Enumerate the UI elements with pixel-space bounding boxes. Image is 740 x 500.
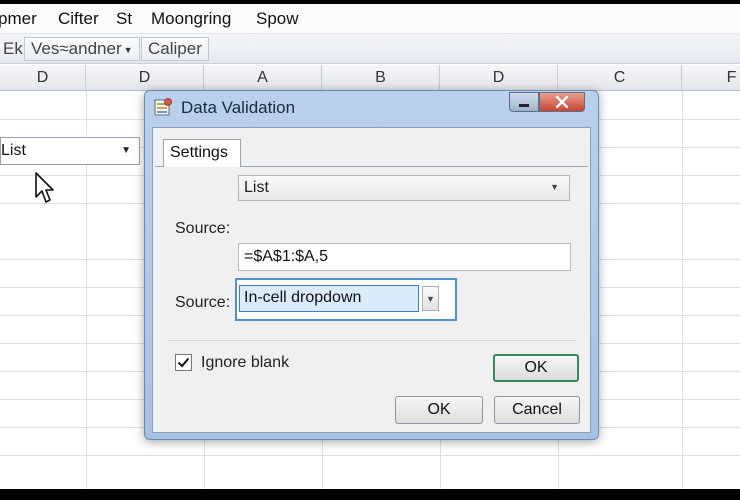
menu-bar: pmer Cifter St Moongring Spow bbox=[0, 4, 740, 34]
close-icon bbox=[555, 95, 569, 109]
tab-settings[interactable]: Settings bbox=[163, 139, 241, 167]
data-validation-dialog: Data Validation Settings List ▼ Source: … bbox=[144, 90, 599, 440]
menu-item-cifter[interactable]: Cifter bbox=[58, 9, 99, 29]
toolbar-dropdown-button[interactable]: Ves≈andner ▼ bbox=[24, 37, 140, 61]
close-button[interactable] bbox=[539, 92, 585, 112]
in-cell-dropdown-value: In-cell dropdown bbox=[244, 289, 362, 306]
toolbar: Ek Ves≈andner ▼ Caliper bbox=[0, 34, 740, 64]
cancel-button[interactable]: Cancel bbox=[494, 396, 580, 424]
cell-dropdown-value: List bbox=[1, 142, 26, 159]
menu-item-moongring[interactable]: Moongring bbox=[151, 9, 231, 29]
chevron-down-icon: ▼ bbox=[123, 44, 133, 55]
column-header[interactable]: F bbox=[682, 65, 740, 91]
dialog-body: Settings List ▼ Source: =$A$1:$A,5 Sourc… bbox=[152, 127, 591, 433]
toolbar-button-ek-label: Ek bbox=[3, 39, 23, 58]
cell-dropdown[interactable]: List ▼ bbox=[0, 137, 140, 165]
toolbar-button-caliper-label: Caliper bbox=[148, 39, 202, 58]
column-header[interactable]: D bbox=[0, 65, 86, 91]
column-header[interactable]: D bbox=[86, 65, 204, 91]
allow-select[interactable]: List ▼ bbox=[238, 175, 570, 201]
source-label: Source: bbox=[175, 220, 231, 237]
source-input[interactable]: =$A$1:$A,5 bbox=[238, 243, 571, 271]
minimize-button[interactable] bbox=[509, 92, 539, 112]
dialog-title-bar[interactable]: Data Validation bbox=[145, 91, 598, 127]
mouse-pointer-icon bbox=[35, 172, 54, 203]
ok-default-button-label: OK bbox=[524, 359, 548, 376]
menu-item-spow[interactable]: Spow bbox=[256, 9, 299, 29]
divider bbox=[167, 340, 577, 341]
column-header[interactable]: D bbox=[440, 65, 558, 91]
menu-item-st[interactable]: St bbox=[116, 9, 132, 29]
column-header-row: D D A B D C F bbox=[0, 65, 740, 91]
dropdown-source-label: Source: bbox=[175, 294, 231, 311]
menu-item-1[interactable]: pmer bbox=[0, 9, 37, 29]
column-header[interactable]: B bbox=[322, 65, 440, 91]
chevron-down-icon[interactable]: ▼ bbox=[422, 286, 439, 311]
data-validation-icon bbox=[154, 98, 172, 116]
in-cell-dropdown-field[interactable]: In-cell dropdown bbox=[239, 285, 419, 312]
ok-default-button[interactable]: OK bbox=[493, 354, 579, 382]
minimize-icon bbox=[519, 104, 529, 107]
grid-line bbox=[682, 91, 683, 489]
cancel-button-label: Cancel bbox=[512, 401, 562, 418]
chevron-down-icon[interactable]: ▼ bbox=[121, 145, 131, 156]
ignore-blank-checkbox[interactable] bbox=[175, 354, 192, 371]
source-input-value: =$A$1:$A,5 bbox=[244, 248, 329, 265]
screen: pmer Cifter St Moongring Spow Ek Ves≈and… bbox=[0, 4, 740, 489]
chevron-down-icon: ▼ bbox=[550, 182, 559, 192]
toolbar-button-caliper[interactable]: Caliper bbox=[141, 37, 209, 61]
ok-button[interactable]: OK bbox=[395, 396, 483, 424]
toolbar-dropdown-label: Ves≈andner bbox=[31, 39, 122, 58]
allow-select-value: List bbox=[244, 179, 269, 196]
ignore-blank-label: Ignore blank bbox=[201, 354, 290, 371]
dialog-title: Data Validation bbox=[181, 98, 296, 117]
grid-line bbox=[0, 455, 740, 456]
ok-button-label: OK bbox=[427, 401, 451, 418]
in-cell-dropdown-combo[interactable]: In-cell dropdown ▼ bbox=[235, 278, 457, 321]
column-header[interactable]: A bbox=[204, 65, 322, 91]
checkmark-icon bbox=[177, 357, 190, 368]
tab-settings-label: Settings bbox=[170, 144, 228, 161]
column-header[interactable]: C bbox=[558, 65, 682, 91]
